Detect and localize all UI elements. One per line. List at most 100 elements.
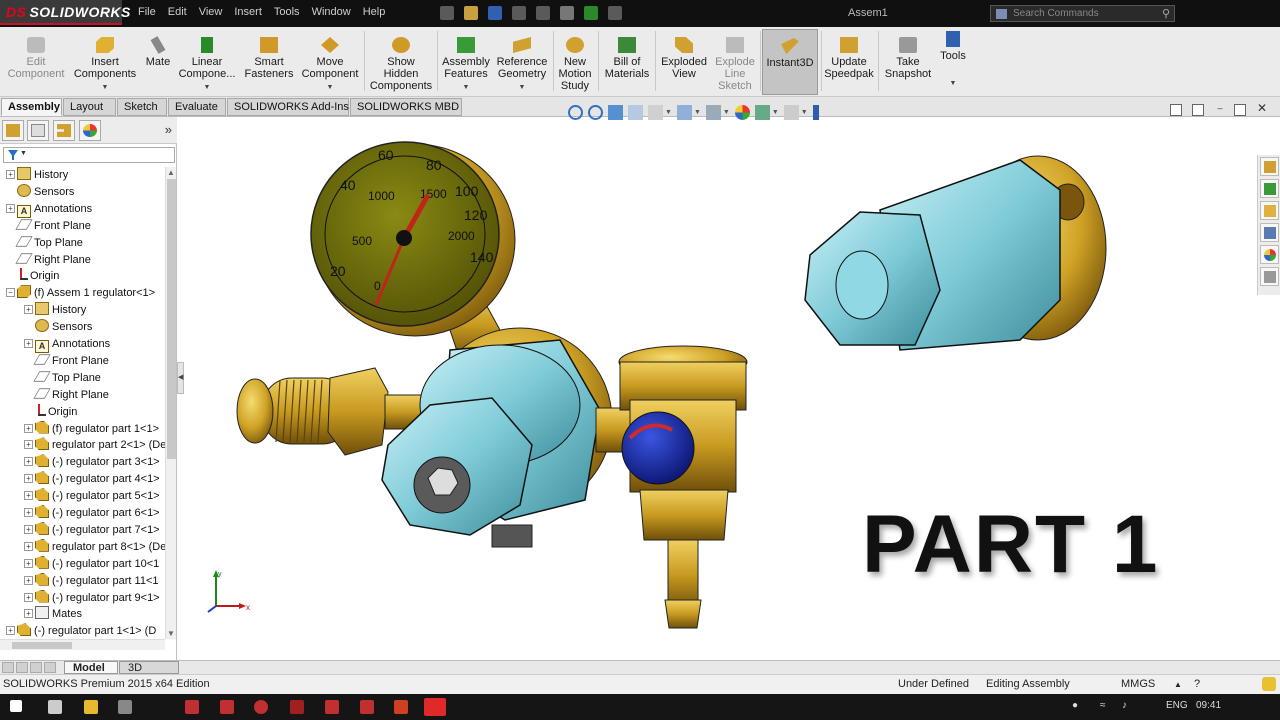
show-hidden-components-button[interactable]: Show Hidden Components [368, 29, 434, 92]
tree-item[interactable]: Top Plane [24, 370, 101, 386]
tree-item[interactable]: Origin [6, 268, 59, 284]
tree-item[interactable]: + (-) regulator part 10<1 [24, 555, 159, 572]
chevron-up-icon[interactable]: ▲ [1174, 675, 1182, 694]
first-tab-icon[interactable] [2, 662, 14, 673]
task-pane-file-explorer[interactable] [1260, 223, 1279, 242]
tab-sketch[interactable]: Sketch [117, 98, 167, 116]
app-taskbar-icon[interactable] [360, 700, 374, 714]
minimize-icon[interactable]: – [1214, 104, 1226, 116]
restore-icon[interactable] [1234, 104, 1246, 116]
last-tab-icon[interactable] [44, 662, 56, 673]
zoom-to-fit-icon[interactable] [568, 104, 583, 120]
scrollbar-thumb[interactable] [167, 179, 176, 459]
save-icon[interactable] [488, 6, 502, 20]
task-view-icon[interactable] [48, 700, 62, 714]
collapse-icon[interactable]: − [6, 288, 15, 298]
help-icon[interactable]: ? [1194, 675, 1200, 694]
pressure-gauge[interactable]: 20 40 60 80 100 120 140 0 500 1000 1500 … [310, 141, 516, 361]
search-commands-input[interactable]: Search Commands ⚲ [990, 5, 1175, 22]
tree-item[interactable]: + (-) regulator part 5<1> [24, 488, 160, 504]
tree-item[interactable]: + (-) regulator part 4<1> [24, 471, 160, 487]
tree-item[interactable]: + (-) regulator part 3<1> [24, 454, 160, 470]
scrollbar-thumb[interactable] [12, 642, 72, 649]
expand-icon[interactable]: + [24, 474, 33, 484]
expand-icon[interactable]: + [24, 423, 33, 433]
expand-icon[interactable]: + [24, 305, 33, 315]
tree-horizontal-scrollbar[interactable] [0, 639, 165, 650]
tree-item[interactable]: + (f) regulator part 1<1> [24, 420, 159, 437]
open-file-icon[interactable] [464, 6, 478, 20]
expand-icon[interactable]: + [24, 592, 33, 602]
next-tab-icon[interactable] [30, 662, 42, 673]
regulator-body[interactable] [381, 327, 613, 548]
tree-item[interactable]: + A Annotations [24, 336, 110, 353]
tab-3d-views[interactable]: 3D Views [119, 661, 179, 686]
tree-item[interactable]: Sensors [24, 319, 92, 335]
display-manager-tab[interactable] [79, 120, 101, 141]
tab-assembly[interactable]: Assembly [1, 98, 62, 116]
smart-fasteners-button[interactable]: Smart Fasteners [242, 29, 296, 80]
print-icon[interactable] [512, 6, 526, 20]
menu-tools[interactable]: Tools [274, 6, 300, 18]
explode-line-sketch-button[interactable]: Explode Line Sketch [712, 29, 758, 92]
task-pane-appearances[interactable] [1260, 245, 1279, 264]
chevron-down-icon[interactable]: ▼ [772, 109, 779, 116]
chrome-taskbar-icon[interactable] [254, 700, 268, 714]
undo-icon[interactable] [536, 6, 550, 20]
file-explorer-taskbar-icon[interactable] [84, 700, 98, 714]
tree-item[interactable]: Front Plane [6, 218, 91, 234]
expand-icon[interactable]: + [6, 170, 15, 179]
menu-insert[interactable]: Insert [234, 6, 262, 18]
app-taskbar-icon[interactable] [118, 700, 132, 714]
chevron-down-icon[interactable]: ▼ [694, 109, 701, 116]
tray-network-icon[interactable]: ● [1072, 700, 1078, 711]
tree-item[interactable]: + (-) regulator part 7<1> [24, 521, 160, 538]
reference-geometry-button[interactable]: Reference Geometry ▼ [495, 29, 549, 94]
more-tabs-icon[interactable]: » [165, 122, 172, 137]
view-orientation-icon[interactable] [676, 104, 692, 120]
tray-language[interactable]: ENG [1166, 700, 1188, 711]
search-icon[interactable]: ⚲ [1162, 7, 1170, 20]
expand-icon[interactable]: + [24, 609, 33, 619]
task-pane-design-library[interactable] [1260, 201, 1279, 220]
tree-item[interactable]: Origin [24, 403, 77, 420]
zoom-to-area-icon[interactable] [588, 104, 603, 120]
tile-vertical-icon[interactable] [1192, 104, 1204, 116]
tray-volume-icon[interactable]: ♪ [1122, 700, 1127, 711]
expand-icon[interactable]: + [6, 203, 15, 213]
solidworks-taskbar-icon[interactable] [424, 698, 446, 716]
chevron-down-icon[interactable]: ▼ [801, 109, 808, 116]
expand-icon[interactable]: + [24, 524, 33, 534]
tray-clock[interactable]: 09:41 [1196, 700, 1221, 711]
tab-evaluate[interactable]: Evaluate [168, 98, 226, 116]
tree-item[interactable]: + (-) regulator part 9<1> [24, 589, 160, 606]
dynamic-annotation-icon[interactable] [648, 104, 663, 120]
view-settings-icon[interactable] [783, 104, 799, 120]
panel-collapse-handle[interactable]: ◀ [177, 362, 184, 394]
tree-item[interactable]: + History [6, 167, 68, 183]
unit-system[interactable]: MMGS [1121, 675, 1155, 694]
tree-vertical-scrollbar[interactable]: ▲ ▼ [165, 167, 176, 639]
configuration-manager-tab[interactable] [53, 120, 75, 141]
expand-icon[interactable]: + [6, 626, 15, 636]
tab-solidworks-mbd[interactable]: SOLIDWORKS MBD [350, 98, 462, 116]
edit-component-button[interactable]: Edit Component [4, 29, 68, 80]
rebuild-icon[interactable] [584, 6, 598, 20]
scroll-up-icon[interactable]: ▲ [167, 168, 175, 177]
tree-item[interactable]: + regulator part 8<1> (De [24, 538, 165, 555]
menu-view[interactable]: View [199, 6, 223, 18]
tree-item[interactable]: + History [24, 302, 86, 318]
assembly-features-button[interactable]: Assembly Features ▼ [440, 29, 492, 94]
expand-icon[interactable]: + [24, 491, 33, 501]
update-speedpak-button[interactable]: Update Speedpak [822, 29, 876, 80]
chevron-down-icon[interactable]: ▼ [723, 109, 730, 116]
tile-icon[interactable] [1170, 104, 1182, 116]
task-pane-resources[interactable] [1260, 179, 1279, 198]
chevron-down-icon[interactable]: ▼ [665, 109, 672, 116]
app-taskbar-icon[interactable] [394, 700, 408, 714]
tree-item[interactable]: Top Plane [6, 235, 83, 251]
valve-knob[interactable] [621, 411, 695, 485]
task-pane-custom-properties[interactable] [1260, 267, 1279, 286]
instant3d-button[interactable]: Instant3D [762, 29, 818, 95]
tab-model[interactable]: Model [64, 661, 118, 674]
